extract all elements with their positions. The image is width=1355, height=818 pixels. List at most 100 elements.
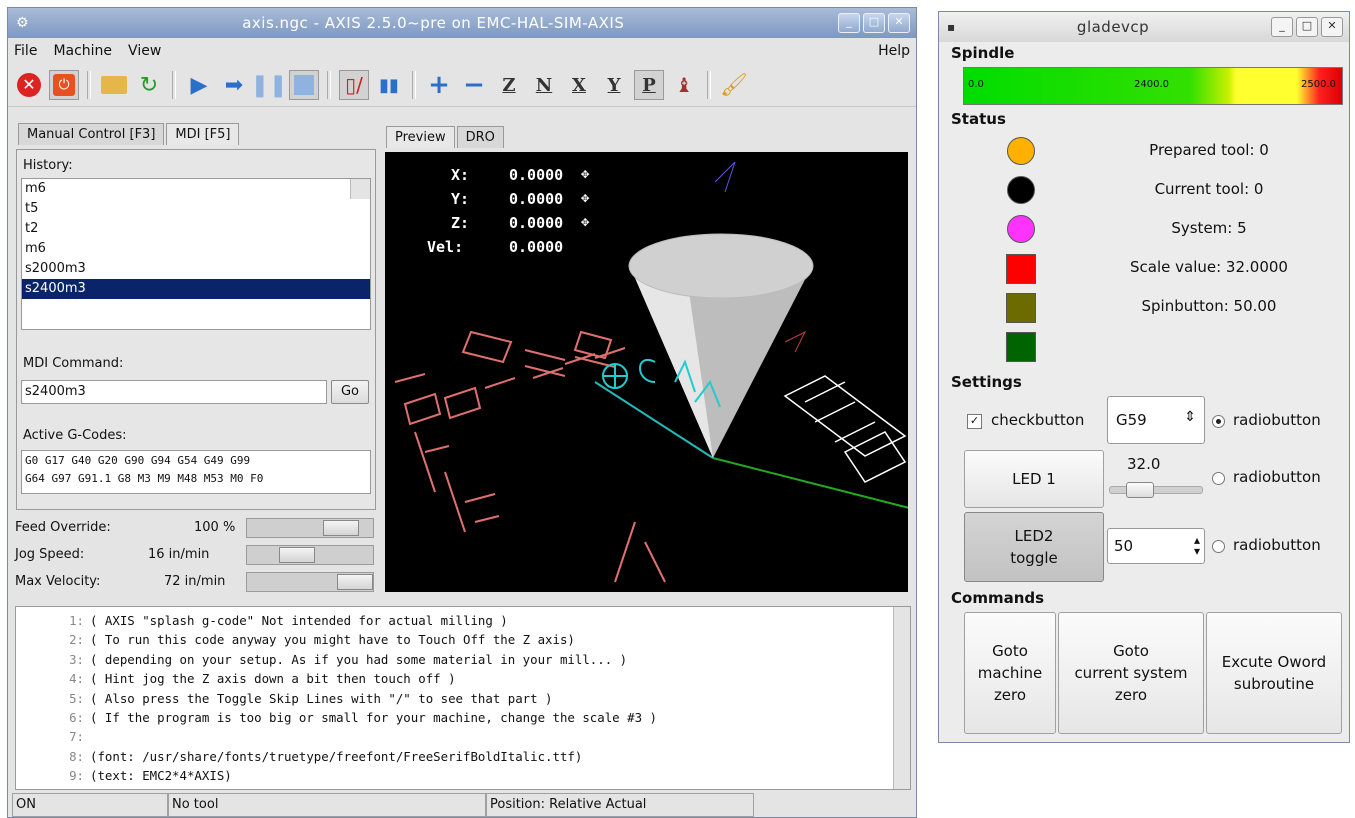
slider-thumb[interactable] — [323, 520, 359, 536]
open-folder-icon[interactable] — [99, 70, 129, 100]
list-item[interactable]: t5 — [22, 199, 370, 219]
slider-thumb[interactable] — [337, 574, 373, 590]
menu-machine[interactable]: Machine — [53, 43, 112, 59]
execute-oword-button[interactable]: Excute Oword subroutine — [1206, 612, 1342, 734]
history-list[interactable]: m6 t5 t2 m6 s2000m3 s2400m3 — [21, 178, 371, 330]
menu-file[interactable]: File — [14, 43, 37, 59]
power-icon[interactable]: ⏻ — [49, 70, 79, 100]
radiobutton-3[interactable] — [1212, 540, 1225, 553]
radiobutton-1[interactable] — [1212, 415, 1225, 428]
stop-icon[interactable] — [289, 70, 319, 100]
step-icon[interactable]: ➡ — [219, 70, 249, 100]
hscale-track[interactable] — [1109, 482, 1203, 498]
close-button[interactable]: ✕ — [1321, 17, 1343, 37]
gcode-line: 8: (font: /usr/share/fonts/truetype/freef… — [69, 748, 583, 764]
spin-arrows-icon[interactable]: ▴ ▾ — [1194, 534, 1200, 557]
zoom-in-icon[interactable]: + — [424, 70, 454, 100]
zoom-out-icon[interactable]: − — [459, 70, 489, 100]
swatch-green — [1006, 332, 1036, 362]
view-z-icon[interactable]: Z — [494, 70, 524, 100]
window-title: axis.ngc - AXIS 2.5.0~pre on EMC-HAL-SIM… — [242, 14, 625, 32]
settings-label: Settings — [951, 373, 1022, 391]
run-icon[interactable]: ▶ — [184, 70, 214, 100]
home-y-icon: ✥ — [581, 190, 590, 206]
gcode-line: 6:( If the program is too big or small f… — [69, 710, 657, 726]
minimize-button[interactable]: _ — [1271, 17, 1293, 37]
list-item-selected[interactable]: s2400m3 — [22, 279, 370, 299]
gcode-line: 2:( To run this code anyway you might ha… — [69, 632, 575, 648]
minimize-button[interactable]: _ — [838, 13, 860, 33]
skip-lines-icon[interactable]: ▯/ — [339, 70, 369, 100]
menu-view[interactable]: View — [128, 43, 161, 59]
radiobutton-2-label[interactable]: radiobutton — [1233, 468, 1321, 486]
gcode-line: 4:( Hint jog the Z axis down a bit then … — [69, 671, 456, 687]
active-gcodes-line: G0 G17 G40 G20 G90 G94 G54 G49 G99 — [25, 454, 251, 467]
hscale-value: 32.0 — [1127, 455, 1161, 473]
view-y-icon[interactable]: Y — [599, 70, 629, 100]
maximize-button[interactable]: □ — [863, 13, 885, 33]
bar-mid-label: 2400.0 — [1134, 79, 1169, 90]
close-button[interactable]: ✕ — [888, 13, 910, 33]
clear-plot-icon[interactable]: 🖌 — [719, 70, 749, 100]
dro-y-value: 0.0000 — [509, 190, 564, 208]
tab-preview[interactable]: Preview — [386, 126, 455, 148]
gcode-listing[interactable]: 1:( AXIS "splash g-code" Not intended fo… — [15, 606, 911, 790]
tab-dro[interactable]: DRO — [456, 126, 504, 148]
view-x-icon[interactable]: X — [564, 70, 594, 100]
preview-canvas[interactable]: X: 0.0000 ✥ Y: 0.0000 ✥ Z: 0.0000 ✥ Vel:… — [385, 152, 908, 592]
checkbutton-label[interactable]: checkbutton — [991, 411, 1084, 429]
spinbutton[interactable]: 50 ▴ ▾ — [1107, 528, 1205, 564]
commands-label: Commands — [951, 589, 1045, 607]
spindle-label: Spindle — [951, 44, 1015, 62]
list-item[interactable]: t2 — [22, 219, 370, 239]
feed-override-slider[interactable] — [246, 518, 374, 538]
tab-mdi[interactable]: MDI [F5] — [166, 123, 240, 145]
mdi-command-input[interactable]: s2400m3 — [21, 380, 327, 404]
optional-stop-icon[interactable]: ▮▮ — [374, 70, 404, 100]
rotate-view-icon[interactable]: ♝ — [669, 70, 699, 100]
led1-button[interactable]: LED 1 — [964, 450, 1104, 508]
hscale-thumb[interactable] — [1126, 482, 1154, 498]
mdi-command-label: MDI Command: — [23, 356, 124, 371]
jog-speed-label: Jog Speed: — [15, 547, 85, 562]
gcode-scrollbar[interactable] — [893, 607, 910, 789]
axis-titlebar[interactable]: ⚙ axis.ngc - AXIS 2.5.0~pre on EMC-HAL-S… — [8, 8, 916, 38]
pause-icon[interactable]: ❚❚ — [251, 70, 288, 100]
g59-combo[interactable]: G59 ⇕ — [1107, 396, 1205, 444]
max-velocity-value: 72 in/min — [164, 574, 226, 589]
dro-z-value: 0.0000 — [509, 214, 564, 232]
right-tabs: Preview DRO — [386, 126, 504, 148]
active-gcodes-box: G0 G17 G40 G20 G90 G94 G54 G49 G99 G64 G9… — [21, 450, 371, 494]
goto-current-system-zero-button[interactable]: Goto current system zero — [1058, 612, 1204, 734]
list-item[interactable]: s2000m3 — [22, 259, 370, 279]
view-p-icon[interactable]: P — [634, 70, 664, 100]
estop-icon[interactable]: ✕ — [14, 70, 44, 100]
go-button[interactable]: Go — [331, 380, 369, 404]
radiobutton-3-label[interactable]: radiobutton — [1233, 536, 1321, 554]
list-item[interactable]: m6 — [22, 239, 370, 259]
system-text: System: 5 — [1171, 219, 1247, 237]
gcode-line: 5:( Also press the Toggle Skip Lines wit… — [69, 690, 553, 706]
jog-speed-slider[interactable] — [246, 545, 374, 565]
checkbutton-box[interactable]: ✓ — [967, 414, 982, 429]
feed-override-value: 100 % — [194, 520, 236, 535]
max-velocity-slider[interactable] — [246, 572, 374, 592]
menu-help[interactable]: Help — [878, 43, 910, 59]
status-label: Status — [951, 110, 1006, 128]
tab-manual-control[interactable]: Manual Control [F3] — [18, 123, 165, 145]
dro-vel-value: 0.0000 — [509, 238, 564, 256]
maximize-button[interactable]: □ — [1296, 17, 1318, 37]
led2-toggle-button[interactable]: LED2 toggle — [964, 512, 1104, 582]
goto-machine-zero-button[interactable]: Goto machine zero — [964, 612, 1056, 734]
prepared-tool-text: Prepared tool: 0 — [1149, 141, 1269, 159]
history-scrollbar[interactable] — [350, 179, 370, 199]
list-item[interactable]: m6 — [22, 179, 370, 199]
gladevcp-titlebar[interactable]: ▪ gladevcp _ □ ✕ — [939, 12, 1349, 42]
radiobutton-2[interactable] — [1212, 472, 1225, 485]
mdi-panel: History: m6 t5 t2 m6 s2000m3 s2400m3 MDI… — [16, 149, 376, 510]
combo-value: G59 — [1116, 411, 1147, 429]
reload-icon[interactable]: ↻ — [134, 70, 164, 100]
radiobutton-1-label[interactable]: radiobutton — [1233, 411, 1321, 429]
view-z2-icon[interactable]: N — [529, 70, 559, 100]
slider-thumb[interactable] — [279, 547, 315, 563]
